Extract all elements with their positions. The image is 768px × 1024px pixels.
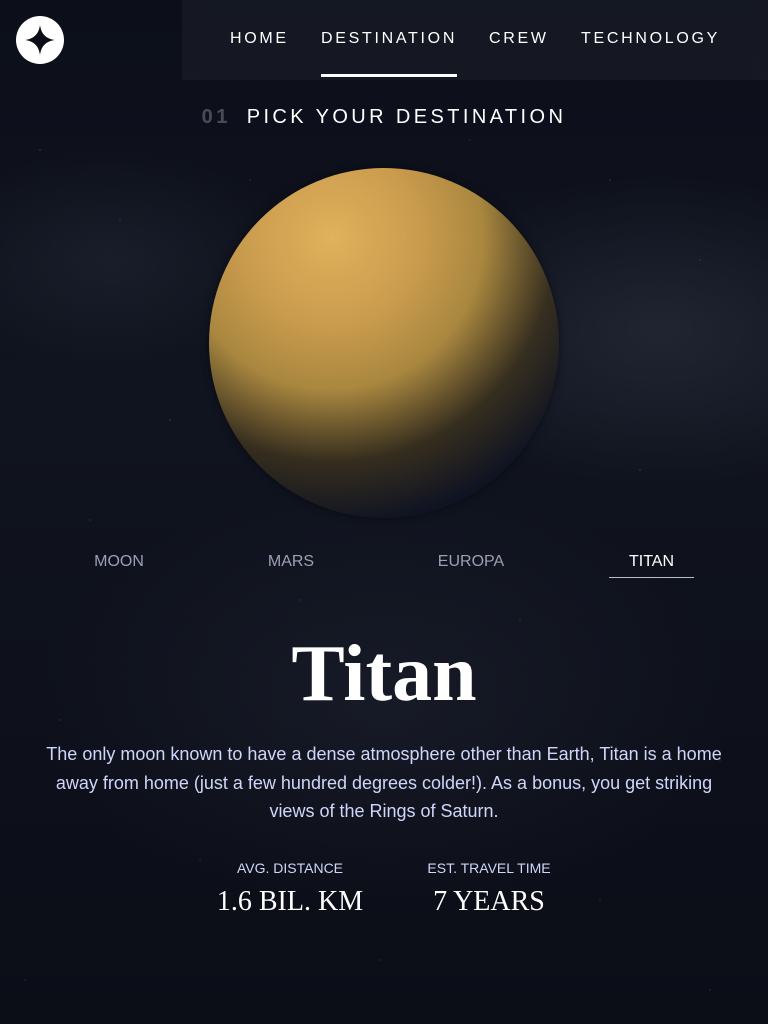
stat-distance-label: AVG. DISTANCE [236,860,344,876]
tab-titan[interactable]: TITAN [609,549,694,578]
destination-name: Titan [291,630,477,718]
nav-technology[interactable]: TECHNOLOGY [581,0,720,80]
destination-tabs: MOON MARS EUROPA TITAN [0,549,768,579]
titan-planet-image [209,168,559,518]
nav-crew[interactable]: CREW [489,0,549,80]
tab-moon[interactable]: MOON [94,549,144,578]
page-heading-text: PICK YOUR DESTINATION [246,106,567,128]
stat-travel-time: EST. TRAVEL TIME 7 YEARS [399,858,579,918]
nav-home[interactable]: HOME [230,0,289,80]
tab-europa[interactable]: EUROPA [436,549,506,578]
page-title: 01 PICK YOUR DESTINATION [0,106,768,129]
stat-travel-time-label: EST. TRAVEL TIME [427,860,551,876]
page-number: 01 [201,106,231,128]
stat-distance-value: 1.6 BIL. KM [216,886,364,917]
tab-mars[interactable]: MARS [266,549,316,578]
star-logo-icon [25,25,55,55]
nav-destination[interactable]: DESTINATION [321,0,458,80]
logo[interactable] [16,16,64,64]
destination-description: The only moon known to have a dense atmo… [46,744,722,821]
stat-travel-time-value: 7 YEARS [433,886,545,917]
stat-distance: AVG. DISTANCE 1.6 BIL. KM [200,858,380,918]
main-navigation: HOME DESTINATION CREW TECHNOLOGY [182,0,768,80]
